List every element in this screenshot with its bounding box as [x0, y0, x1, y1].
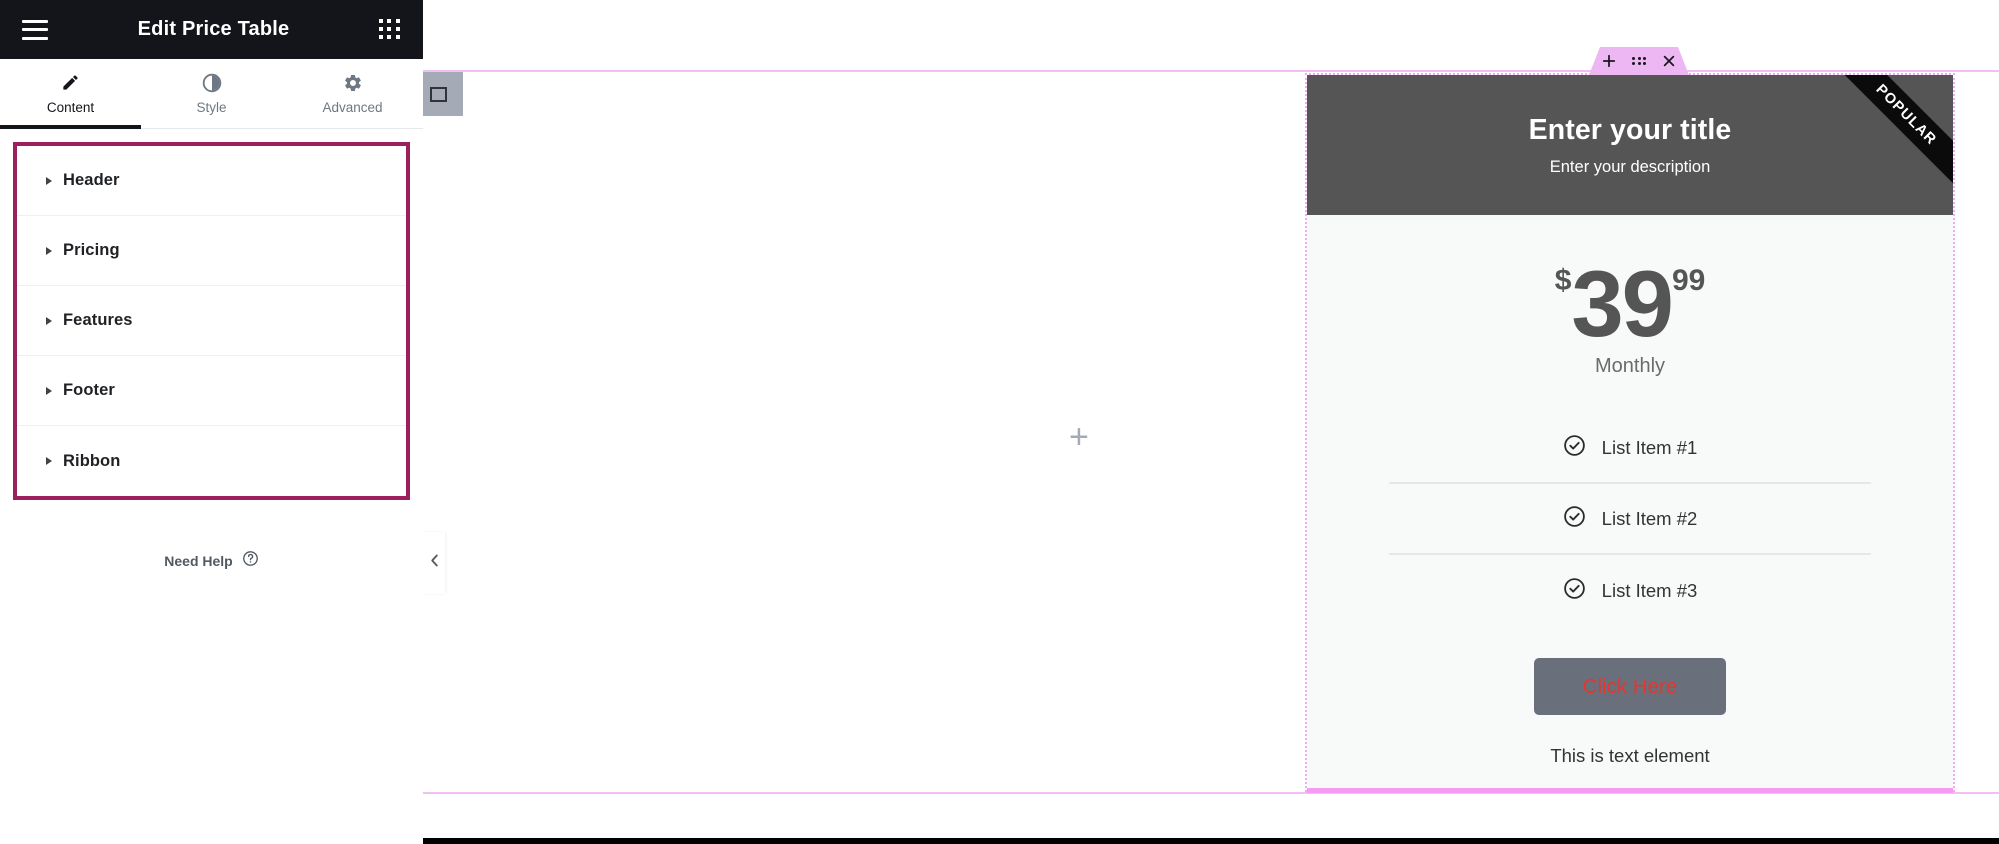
chevron-right-icon	[46, 316, 52, 325]
panel-header: Edit Price Table	[0, 0, 423, 59]
plus-icon[interactable]	[1602, 54, 1616, 68]
tab-content-label: Content	[46, 99, 95, 115]
list-item: List Item #2	[1389, 484, 1871, 555]
contrast-icon	[202, 73, 222, 93]
sidebar-item-pricing[interactable]: Pricing	[17, 216, 406, 286]
price-table-title: Enter your title	[1528, 113, 1732, 146]
sidebar-item-label: Ribbon	[63, 451, 121, 470]
chevron-right-icon	[46, 386, 52, 395]
price-block: $ 39 99 Monthly	[1307, 215, 1953, 378]
list-item-label: List Item #2	[1601, 507, 1698, 529]
grid-icon[interactable]	[378, 18, 401, 41]
sidebar-item-features[interactable]: Features	[17, 286, 406, 356]
tab-style[interactable]: Style	[141, 59, 282, 128]
widget-bottom-edge	[1307, 788, 1953, 793]
close-icon[interactable]	[1662, 54, 1676, 68]
list-item: List Item #3	[1389, 555, 1871, 626]
drag-dots-icon[interactable]	[1632, 56, 1646, 66]
check-circle-icon	[1563, 577, 1586, 605]
popular-ribbon: POPULAR	[1828, 75, 1953, 193]
tab-content[interactable]: Content	[0, 59, 141, 129]
gear-icon	[343, 73, 363, 93]
page-title: Edit Price Table	[137, 18, 290, 40]
question-circle-icon	[242, 550, 259, 572]
price-table-header: Enter your title Enter your description …	[1307, 75, 1953, 215]
sidebar-item-ribbon[interactable]: Ribbon	[17, 426, 406, 496]
panel-tabs: Content Style Advanced	[0, 59, 423, 129]
chevron-left-icon	[429, 553, 440, 573]
cta-button[interactable]: Click Here	[1534, 658, 1726, 715]
column-handle-icon	[429, 86, 447, 102]
footer-text: This is text element	[1550, 745, 1710, 766]
editor-canvas: + + Enter your title Enter your descript…	[423, 0, 1999, 838]
price-row: $ 39 99	[1555, 257, 1706, 351]
panel-collapse-button[interactable]	[423, 532, 445, 594]
price-table-footer: Click Here This is text element	[1307, 658, 1953, 767]
sidebar-item-label: Header	[63, 171, 120, 189]
list-item: List Item #1	[1389, 413, 1871, 484]
check-circle-icon	[1563, 505, 1586, 533]
sidebar-item-label: Features	[63, 311, 133, 329]
chevron-right-icon	[46, 176, 52, 185]
list-item-label: List Item #3	[1601, 579, 1698, 601]
sidebar-item-label: Footer	[63, 381, 115, 399]
list-item-label: List Item #1	[1601, 436, 1698, 458]
add-section-button-left[interactable]: +	[1069, 420, 1089, 454]
price-integer: 39	[1571, 251, 1674, 356]
hamburger-icon[interactable]	[22, 19, 48, 40]
price-fraction: 99	[1671, 264, 1706, 297]
pencil-icon	[61, 73, 80, 93]
widget-toolbar	[1589, 47, 1689, 75]
sidebar-item-header[interactable]: Header	[17, 146, 406, 216]
check-circle-icon	[1563, 434, 1586, 462]
tab-advanced-label: Advanced	[322, 99, 383, 115]
price-table-widget[interactable]: Enter your title Enter your description …	[1305, 73, 1955, 792]
section-column-handle[interactable]	[423, 72, 463, 116]
sidebar-item-label: Pricing	[63, 241, 120, 259]
content-accordion: Header Pricing Features Footer Ribbon	[13, 142, 410, 500]
price-currency: $	[1554, 264, 1572, 297]
features-list: List Item #1 List Item #2 List Item #3	[1389, 413, 1871, 626]
tab-advanced[interactable]: Advanced	[282, 59, 423, 128]
sidebar-item-footer[interactable]: Footer	[17, 356, 406, 426]
need-help-label: Need Help	[164, 553, 233, 569]
price-table-description: Enter your description	[1549, 157, 1711, 176]
need-help-link[interactable]: Need Help	[0, 550, 423, 572]
tab-style-label: Style	[196, 99, 227, 115]
chevron-right-icon	[46, 246, 52, 255]
price-period: Monthly	[1594, 355, 1666, 377]
elementor-panel: Edit Price Table Content Style Advanced …	[0, 0, 423, 844]
chevron-right-icon	[46, 457, 52, 465]
editor-root: Edit Price Table Content Style Advanced …	[0, 0, 1999, 844]
